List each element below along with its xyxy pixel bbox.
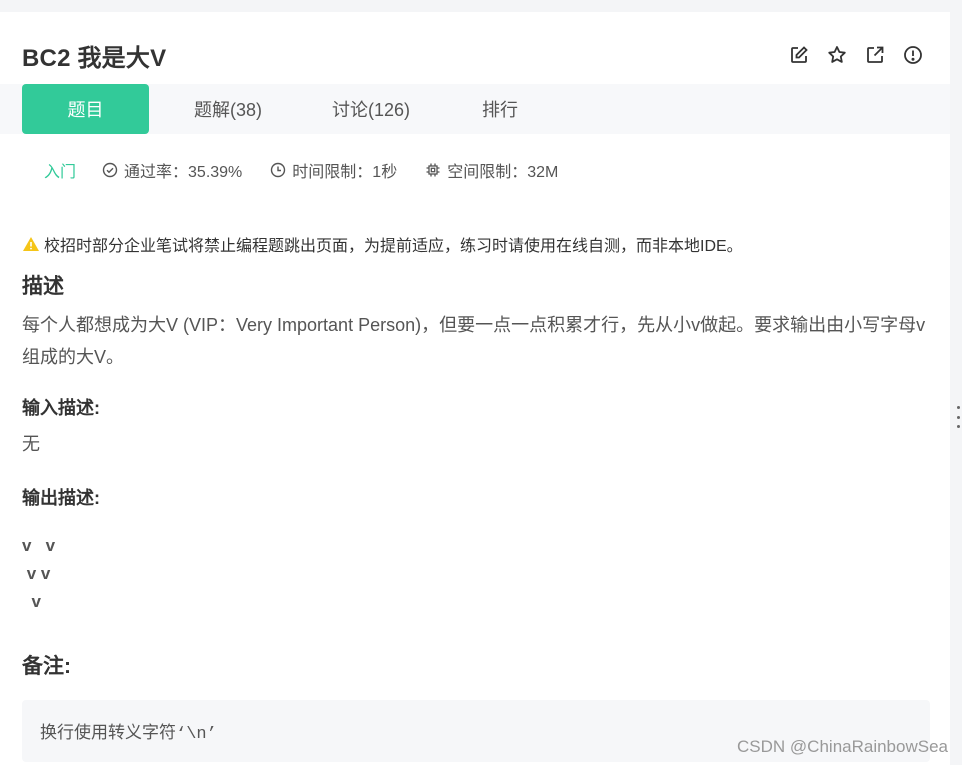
output-sample: v v v v v — [22, 536, 56, 611]
space-limit: 空间限制：32M — [425, 158, 558, 182]
edit-icon[interactable] — [788, 44, 810, 66]
remark-text: 换行使用转义字符‘\n’ — [40, 725, 217, 744]
time-limit: 时间限制：1秒 — [270, 158, 397, 182]
resize-handle[interactable] — [955, 406, 961, 428]
description-text: 每个人都想成为大V (VIP：Very Important Person)，但要… — [22, 315, 926, 367]
description-heading: 描述 — [22, 275, 64, 298]
tab-bar: 题目 题解(38) 讨论(126) 排行 — [0, 84, 950, 134]
input-heading: 输入描述: — [22, 398, 100, 418]
chip-icon — [426, 163, 440, 177]
check-circle-icon — [102, 162, 118, 178]
problem-title: BC2 我是大V — [22, 44, 167, 72]
star-icon[interactable] — [826, 44, 848, 66]
tab-solutions[interactable]: 题解(38) — [149, 84, 307, 134]
space-limit-text: 空间限制：32M — [447, 164, 559, 181]
watermark: CSDN @ChinaRainbowSea — [737, 737, 948, 756]
difficulty-level: 入门 — [44, 164, 77, 181]
exam-notice: 校招时部分企业笔试将禁止编程题跳出页面，为提前适应，练习时请使用在线自测，而非本… — [22, 232, 743, 256]
remark-heading: 备注: — [22, 655, 71, 678]
report-icon[interactable] — [902, 44, 924, 66]
tab-ranking[interactable]: 排行 — [435, 84, 565, 134]
notice-text: 校招时部分企业笔试将禁止编程题跳出页面，为提前适应，练习时请使用在线自测，而非本… — [44, 238, 743, 255]
input-text: 无 — [22, 434, 40, 454]
time-limit-text: 时间限制：1秒 — [292, 164, 398, 181]
warning-icon — [23, 237, 39, 251]
output-heading: 输出描述: — [22, 488, 100, 508]
title-actions — [788, 44, 924, 66]
problem-panel: BC2 我是大V 题目 题解(38) 讨论(126) 排行 入门 通过率：35.… — [0, 12, 950, 765]
tab-problem[interactable]: 题目 — [22, 84, 149, 134]
clock-icon — [271, 162, 286, 178]
tab-discussion[interactable]: 讨论(126) — [307, 84, 435, 134]
title-row: BC2 我是大V — [22, 38, 928, 72]
pass-rate-text: 通过率：35.39% — [124, 164, 243, 181]
share-icon[interactable] — [864, 44, 886, 66]
pass-rate: 通过率：35.39% — [102, 158, 242, 182]
problem-meta: 入门 通过率：35.39% 时间限制：1秒 空间限制：32M — [22, 158, 586, 182]
